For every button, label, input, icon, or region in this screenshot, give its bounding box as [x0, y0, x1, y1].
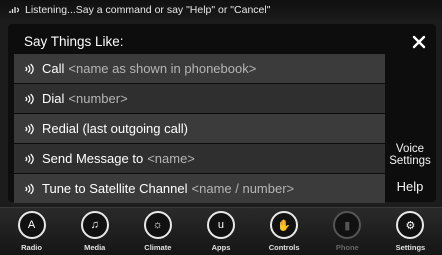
voice-command-dialog: Say Things Like: Call <name as shown in … [8, 24, 436, 204]
voice-icon [25, 123, 34, 134]
command-argument: <number> [68, 91, 128, 106]
bottom-nav-bar: A Radio ♫ Media ☼ Climate u Apps ✋ Contr… [0, 207, 442, 255]
media-icon: ♫ [80, 211, 109, 239]
nav-label: Climate [144, 243, 172, 252]
voice-icon [25, 93, 34, 104]
command-label: Send Message to [42, 151, 144, 166]
controls-icon: ✋ [270, 211, 299, 239]
phone-icon: ▮ [333, 211, 362, 239]
climate-icon: ☼ [143, 211, 172, 239]
command-argument: <name> [147, 151, 195, 166]
voice-icon [25, 63, 34, 74]
command-label: Dial [42, 91, 65, 106]
listening-icon [9, 7, 20, 13]
nav-climate[interactable]: ☼ Climate [126, 208, 189, 255]
command-argument: <name / number> [191, 181, 295, 196]
command-label: Redial (last outgoing call) [42, 121, 188, 136]
radio-icon: A [17, 211, 46, 239]
voice-settings-button[interactable]: Voice Settings [384, 140, 436, 170]
nav-label: Settings [395, 243, 426, 252]
nav-label: Controls [268, 243, 300, 252]
command-label: Call [42, 61, 65, 76]
nav-label: Media [84, 243, 106, 252]
nav-radio[interactable]: A Radio [0, 208, 63, 255]
close-button[interactable] [407, 30, 431, 54]
nav-phone[interactable]: ▮ Phone [316, 208, 379, 255]
command-label: Tune to Satellite Channel [42, 181, 188, 196]
command-tune-satellite[interactable]: Tune to Satellite Channel <name / number… [14, 174, 385, 203]
command-list: Call <name as shown in phonebook> Dial <… [14, 54, 385, 204]
dialog-title: Say Things Like: [24, 33, 124, 49]
nav-label: Radio [21, 243, 42, 252]
nav-label: Phone [335, 243, 359, 252]
settings-icon: ⚙ [396, 211, 425, 239]
apps-icon: u [206, 211, 235, 239]
nav-apps[interactable]: u Apps [189, 208, 252, 255]
command-redial[interactable]: Redial (last outgoing call) [14, 114, 385, 143]
nav-settings[interactable]: ⚙ Settings [379, 208, 442, 255]
nav-controls[interactable]: ✋ Controls [253, 208, 316, 255]
command-call[interactable]: Call <name as shown in phonebook> [14, 54, 385, 83]
help-button[interactable]: Help [384, 174, 436, 200]
voice-icon [25, 153, 34, 164]
voice-icon [25, 183, 34, 194]
command-send-message[interactable]: Send Message to <name> [14, 144, 385, 173]
command-dial[interactable]: Dial <number> [14, 84, 385, 113]
close-icon [412, 35, 426, 49]
status-text: Listening...Say a command or say "Help" … [25, 4, 271, 16]
nav-media[interactable]: ♫ Media [63, 208, 126, 255]
status-bar: Listening...Say a command or say "Help" … [0, 0, 442, 20]
nav-label: Apps [211, 243, 231, 252]
command-argument: <name as shown in phonebook> [68, 61, 257, 76]
